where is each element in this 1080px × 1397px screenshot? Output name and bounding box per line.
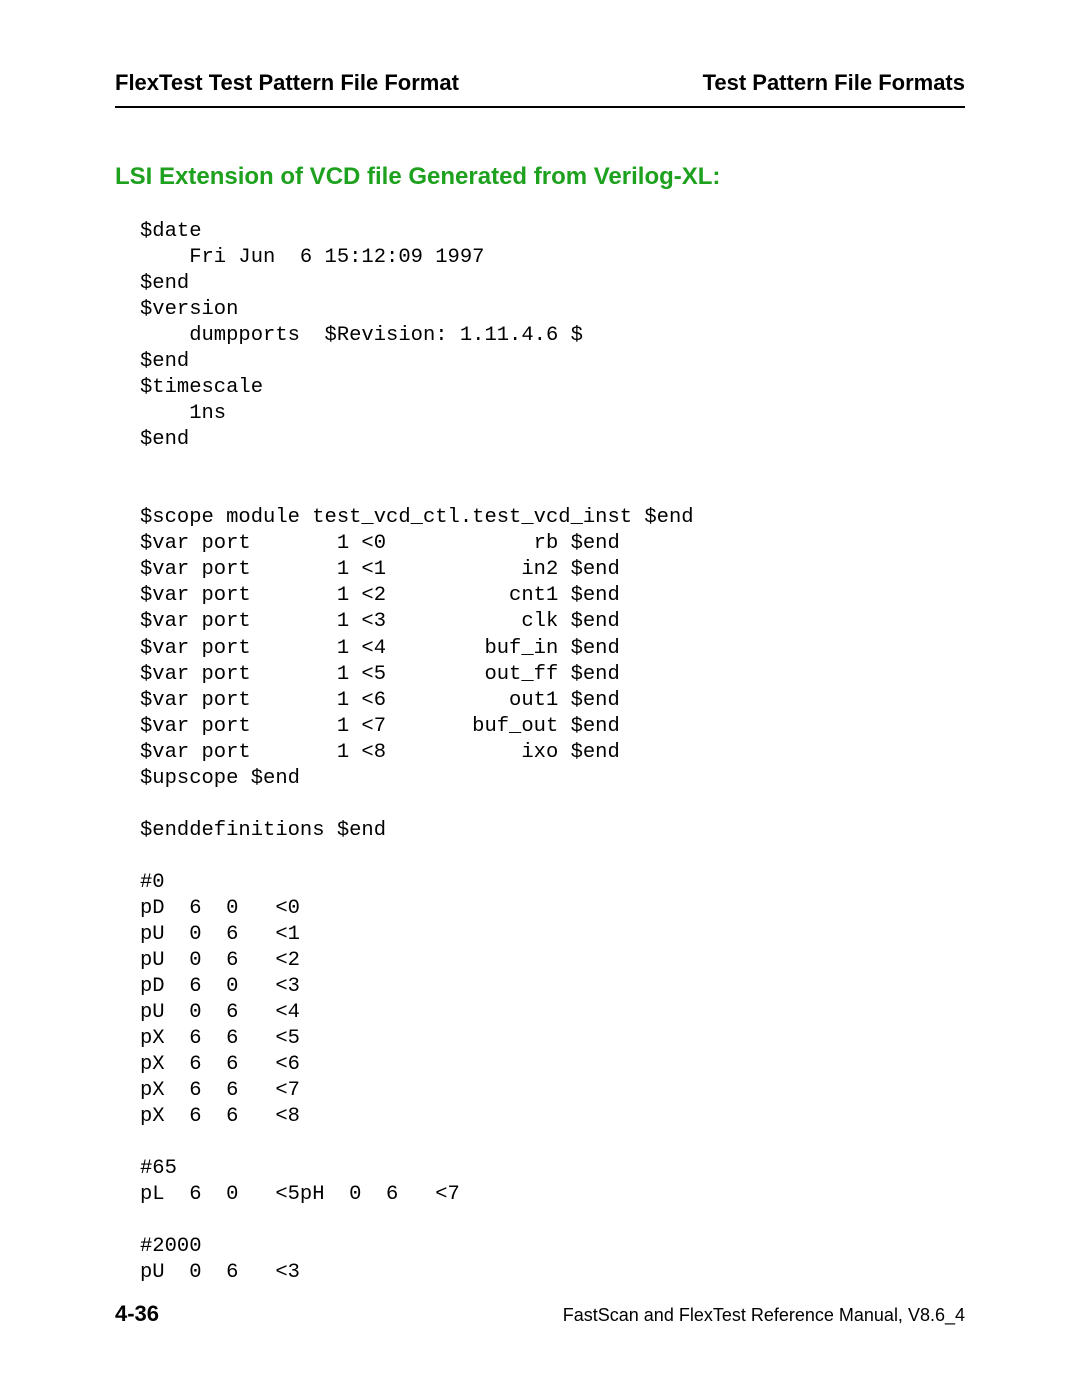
code-block: $date Fri Jun 6 15:12:09 1997 $end $vers…: [140, 219, 965, 1286]
manual-reference: FastScan and FlexTest Reference Manual, …: [563, 1305, 965, 1326]
page-footer: 4-36 FastScan and FlexTest Reference Man…: [115, 1301, 965, 1327]
header-right: Test Pattern File Formats: [703, 70, 965, 96]
header-left: FlexTest Test Pattern File Format: [115, 70, 459, 96]
page-number: 4-36: [115, 1301, 159, 1327]
section-heading: LSI Extension of VCD file Generated from…: [115, 163, 965, 191]
page-header: FlexTest Test Pattern File Format Test P…: [115, 70, 965, 108]
